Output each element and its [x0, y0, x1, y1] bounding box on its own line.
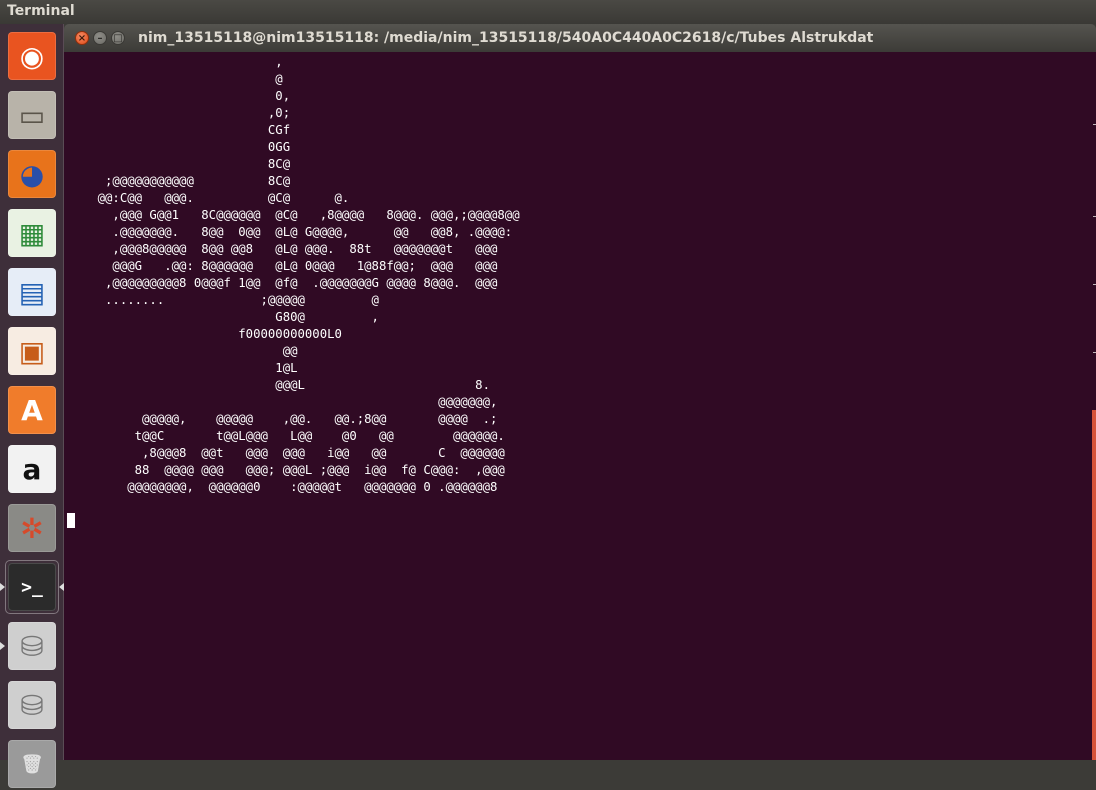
launcher-item-system-settings[interactable]: ✲	[6, 502, 58, 554]
launcher-item-files[interactable]: ▭	[6, 89, 58, 141]
window-title: nim_13515118@nim13515118: /media/nim_135…	[138, 30, 874, 46]
terminal-line: 1@L	[68, 361, 298, 375]
launcher-item-ubuntu-dash[interactable]: ◉	[6, 30, 58, 82]
terminal-line: f00000000000L0	[68, 327, 342, 341]
terminal-line: @@@@@, @@@@@ ,@@. @@.;8@@ @@@@ .;	[68, 412, 498, 426]
launcher: ◉ ▭ ◕ ▦ ▤ ▣ Aa ✲ >_ ⛁ ⛁ 🗑	[0, 24, 64, 788]
terminal-line: @	[68, 72, 283, 86]
running-indicator	[0, 583, 5, 591]
ubuntu-dash-icon: ◉	[8, 32, 56, 80]
terminal-area[interactable]: , @ 0, ,0; CGf 0GG 8C@ ;@@@@@@@@@@@ 8C@ …	[64, 52, 1096, 760]
terminal-line: ;@@@@@@@@@@@ 8C@	[68, 174, 291, 188]
libreoffice-impress-icon: ▣	[8, 327, 56, 375]
launcher-item-firefox[interactable]: ◕	[6, 148, 58, 200]
terminal-line: ,@@@ G@@1 8C@@@@@@ @C@ ,8@@@@ 8@@@. @@@,…	[68, 208, 520, 222]
maximize-button[interactable]: □	[111, 31, 125, 45]
libreoffice-calc-icon: ▦	[8, 209, 56, 257]
terminal-line: @@@@@@@@, @@@@@@0 :@@@@@t @@@@@@@ 0 .@@@…	[68, 480, 498, 494]
terminal-line: @@@L 8.	[68, 378, 490, 392]
terminal-icon: >_	[8, 563, 56, 611]
launcher-item-trash[interactable]: 🗑	[6, 738, 58, 790]
minimize-button[interactable]: –	[93, 31, 107, 45]
terminal-line: 88 @@@@ @@@ @@@; @@@L ;@@@ i@@ f@ C@@@: …	[68, 463, 505, 477]
terminal-line: 0,	[68, 89, 291, 103]
terminal-line: ,@@@@@@@@@8 0@@@f 1@@ @f@ .@@@@@@@G @@@@…	[68, 276, 498, 290]
launcher-item-drive-1[interactable]: ⛁	[6, 620, 58, 672]
launcher-item-amazon[interactable]: a	[6, 443, 58, 495]
launcher-item-drive-2[interactable]: ⛁	[6, 679, 58, 731]
terminal-line: 0GG	[68, 140, 291, 154]
launcher-item-libreoffice-writer[interactable]: ▤	[6, 266, 58, 318]
trash-icon: 🗑	[8, 740, 56, 788]
terminal-line: CGf	[68, 123, 291, 137]
terminal-line: .@@@@@@@. 8@@ 0@@ @L@ G@@@@, @@ @@8, .@@…	[68, 225, 513, 239]
terminal-line: ........ ;@@@@@ @	[68, 293, 379, 307]
terminal-window: × – □ nim_13515118@nim13515118: /media/n…	[64, 24, 1096, 760]
launcher-item-libreoffice-impress[interactable]: ▣	[6, 325, 58, 377]
terminal-line: ,@@@8@@@@@ 8@@ @@8 @L@ @@@. 88t @@@@@@@t…	[68, 242, 498, 256]
running-indicator	[0, 642, 5, 650]
amazon-icon: a	[8, 445, 56, 493]
scrollbar[interactable]	[1091, 52, 1096, 760]
terminal-line: @@@@@@@,	[68, 395, 498, 409]
system-settings-icon: ✲	[8, 504, 56, 552]
terminal-line: G80@ ,	[68, 310, 379, 324]
terminal-line: @@:C@@ @@@. @C@ @.	[68, 191, 350, 205]
window-titlebar[interactable]: × – □ nim_13515118@nim13515118: /media/n…	[64, 24, 1096, 52]
terminal-line: t@@C t@@L@@@ L@@ @0 @@ @@@@@@.	[68, 429, 505, 443]
drive-1-icon: ⛁	[8, 622, 56, 670]
terminal-line: @@	[68, 344, 298, 358]
top-panel: Terminal	[0, 0, 1096, 24]
terminal-line: ,0;	[68, 106, 291, 120]
terminal-line: ,8@@@8 @@t @@@ @@@ i@@ @@ C @@@@@@	[68, 446, 505, 460]
terminal-output: , @ 0, ,0; CGf 0GG 8C@ ;@@@@@@@@@@@ 8C@ …	[68, 54, 520, 496]
launcher-item-libreoffice-calc[interactable]: ▦	[6, 207, 58, 259]
software-center-icon: A	[8, 386, 56, 434]
firefox-icon: ◕	[8, 150, 56, 198]
text-cursor	[67, 513, 75, 528]
scroll-thumb[interactable]	[1092, 410, 1096, 760]
close-button[interactable]: ×	[75, 31, 89, 45]
libreoffice-writer-icon: ▤	[8, 268, 56, 316]
terminal-line: 8C@	[68, 157, 291, 171]
active-app-name: Terminal	[7, 3, 75, 19]
terminal-line: @@@G .@@: 8@@@@@@ @L@ 0@@@ 1@88f@@; @@@ …	[68, 259, 498, 273]
launcher-item-terminal[interactable]: >_	[6, 561, 58, 613]
drive-2-icon: ⛁	[8, 681, 56, 729]
files-icon: ▭	[8, 91, 56, 139]
terminal-line: ,	[68, 55, 283, 69]
launcher-item-software-center[interactable]: A	[6, 384, 58, 436]
